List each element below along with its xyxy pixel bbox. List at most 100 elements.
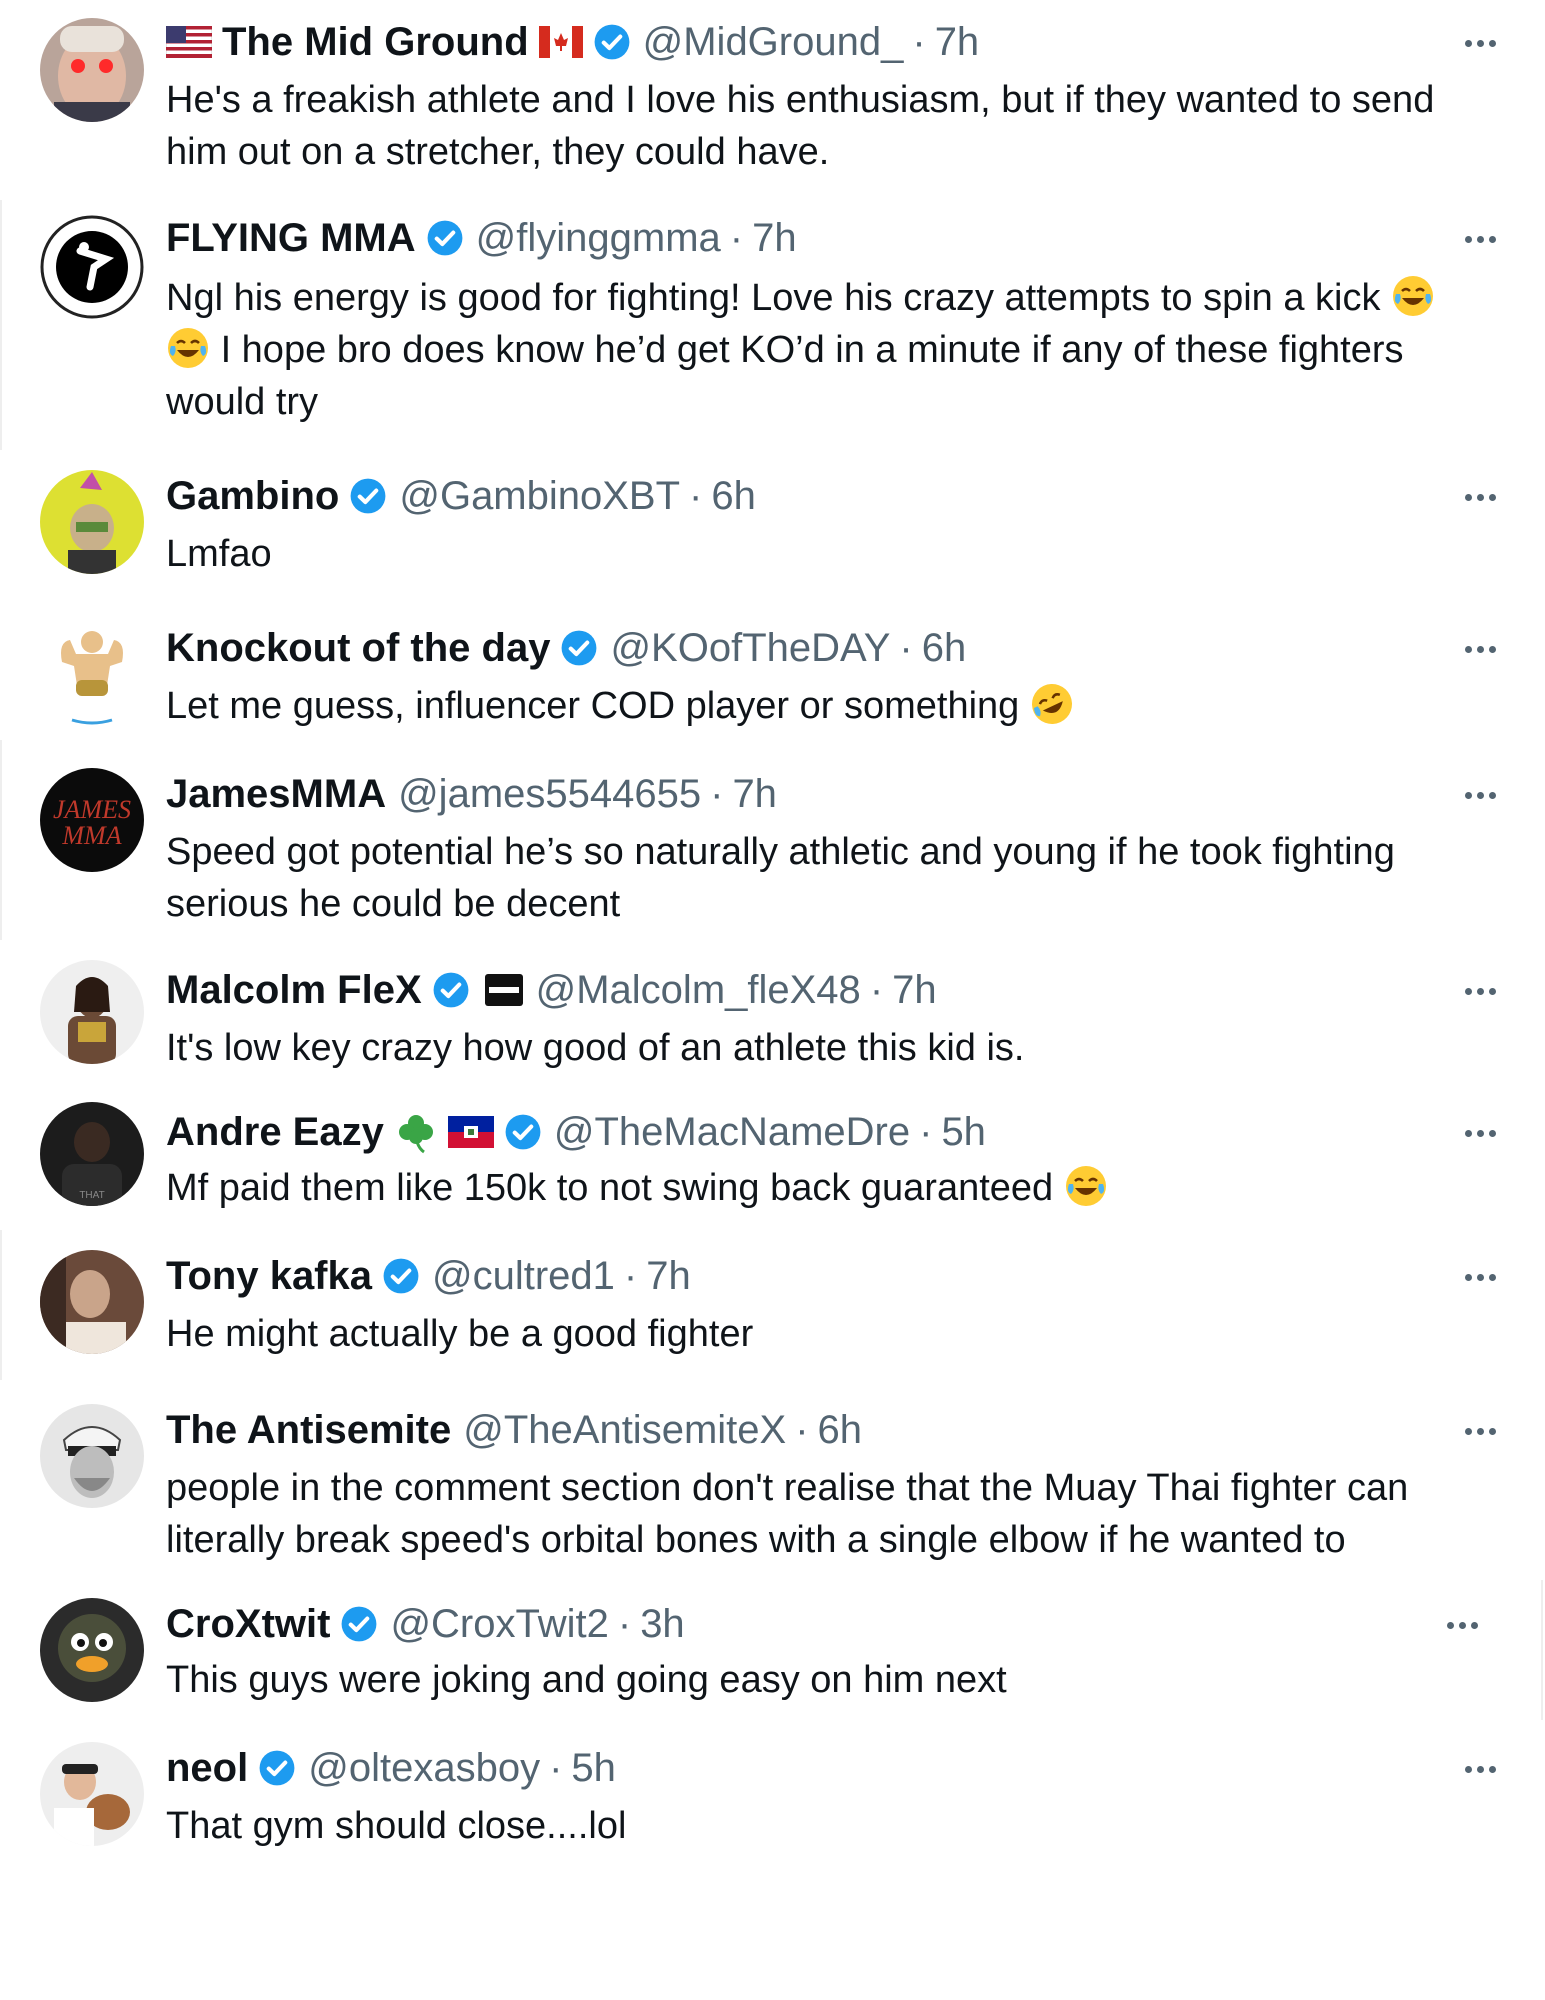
handle[interactable]: @flyinggmma xyxy=(476,212,721,264)
shamrock-icon xyxy=(394,1110,438,1154)
separator-dot: · xyxy=(912,20,926,64)
separator-dot: · xyxy=(710,772,724,816)
text-line: Speed got potential he’s so naturally at… xyxy=(166,831,1395,873)
more-options-icon[interactable] xyxy=(1455,1118,1505,1148)
display-name[interactable]: JamesMMA xyxy=(166,768,386,820)
text-line: Let me guess, influencer COD player or s… xyxy=(166,680,1506,732)
more-options-icon[interactable] xyxy=(1455,1754,1505,1784)
display-name[interactable]: Andre Eazy xyxy=(166,1106,384,1158)
handle[interactable]: @cultred1 xyxy=(432,1250,615,1302)
handle[interactable]: @MidGround_ xyxy=(643,16,904,68)
display-name[interactable]: Knockout of the day xyxy=(166,622,550,674)
tears-of-joy-emoji-icon xyxy=(1391,274,1435,318)
handle[interactable]: @KOofTheDAY xyxy=(610,622,890,674)
timestamp[interactable]: 7h xyxy=(935,16,980,68)
timestamp[interactable]: 3h xyxy=(640,1598,685,1650)
verified-badge-icon xyxy=(560,629,598,667)
separator-dot: · xyxy=(549,1746,563,1790)
display-name[interactable]: The Antisemite xyxy=(166,1404,451,1456)
timestamp[interactable]: 6h xyxy=(922,622,967,674)
avatar[interactable] xyxy=(40,215,144,319)
avatar[interactable] xyxy=(40,622,144,726)
tears-of-joy-emoji-icon xyxy=(166,326,210,370)
text-line: I hope bro does know he’d get KO’d in a … xyxy=(166,324,1506,376)
text-line: would try xyxy=(166,381,319,423)
verified-badge-icon xyxy=(349,477,387,515)
rolling-laughing-emoji-icon xyxy=(1030,682,1074,726)
display-name[interactable]: neol xyxy=(166,1742,248,1794)
separator-dot: · xyxy=(689,474,703,518)
svg-text:JAMES: JAMES xyxy=(53,795,131,824)
separator-dot: · xyxy=(919,1110,933,1154)
more-options-icon[interactable] xyxy=(1455,634,1505,664)
timestamp[interactable]: 7h xyxy=(892,964,937,1016)
canada-flag-icon xyxy=(538,26,583,58)
avatar[interactable] xyxy=(40,960,144,1064)
timestamp[interactable]: 6h xyxy=(711,470,756,522)
reply-text: He's a freakish athlete and I love his e… xyxy=(166,74,1506,178)
avatar[interactable] xyxy=(40,470,144,574)
display-name[interactable]: The Mid Ground xyxy=(222,16,529,68)
avatar[interactable]: THAT xyxy=(40,1102,144,1206)
more-options-icon[interactable] xyxy=(1455,780,1505,810)
text-line: Ngl his energy is good for fighting! Lov… xyxy=(166,272,1506,324)
reply-text: That gym should close....lol xyxy=(166,1800,1506,1852)
avatar[interactable] xyxy=(40,1404,144,1508)
verified-badge-icon xyxy=(340,1605,378,1643)
avatar[interactable] xyxy=(40,18,144,122)
handle[interactable]: @GambinoXBT xyxy=(399,470,680,522)
avatar[interactable]: JAMES MMA xyxy=(40,768,144,872)
display-name[interactable]: FLYING MMA xyxy=(166,212,416,264)
affiliate-badge-icon xyxy=(484,973,524,1007)
timestamp[interactable]: 5h xyxy=(571,1742,616,1794)
text-line: Mf paid them like 150k to not swing back… xyxy=(166,1162,1506,1214)
handle[interactable]: @oltexasboy xyxy=(308,1742,540,1794)
avatar[interactable] xyxy=(40,1250,144,1354)
timestamp[interactable]: 7h xyxy=(732,768,777,820)
verified-badge-icon xyxy=(258,1749,296,1787)
handle[interactable]: @james5544655 xyxy=(398,768,701,820)
avatar[interactable] xyxy=(40,1598,144,1702)
display-name[interactable]: Tony kafka xyxy=(166,1250,372,1302)
display-name[interactable]: Malcolm FleX xyxy=(166,964,422,1016)
text-line: This guys were joking and going easy on … xyxy=(166,1659,1007,1701)
more-options-icon[interactable] xyxy=(1437,1610,1487,1640)
more-options-icon[interactable] xyxy=(1455,224,1505,254)
reply-text: Mf paid them like 150k to not swing back… xyxy=(166,1162,1506,1214)
timestamp[interactable]: 6h xyxy=(818,1404,863,1456)
reply-text: He might actually be a good fighter xyxy=(166,1308,1506,1360)
timestamp[interactable]: 5h xyxy=(941,1106,986,1158)
timestamp[interactable]: 7h xyxy=(752,212,797,264)
separator-dot: · xyxy=(617,1602,632,1646)
handle[interactable]: @Malcolm_fleX48 xyxy=(536,964,861,1016)
divider xyxy=(0,200,2,450)
reply-text: people in the comment section don't real… xyxy=(166,1462,1506,1566)
text-line: him out on a stretcher, they could have. xyxy=(166,131,830,173)
more-options-icon[interactable] xyxy=(1455,482,1505,512)
us-flag-icon xyxy=(166,26,212,58)
reply-text: Speed got potential he’s so naturally at… xyxy=(166,826,1506,930)
text-line: He might actually be a good fighter xyxy=(166,1313,754,1355)
reply-text: This guys were joking and going easy on … xyxy=(166,1654,1506,1706)
divider xyxy=(0,1230,2,1380)
handle[interactable]: @TheAntisemiteX xyxy=(463,1404,786,1456)
display-name[interactable]: CroXtwit xyxy=(166,1598,330,1650)
verified-badge-icon xyxy=(432,971,470,1009)
avatar[interactable] xyxy=(40,1742,144,1846)
more-options-icon[interactable] xyxy=(1455,1262,1505,1292)
separator-dot: · xyxy=(623,1254,638,1298)
more-options-icon[interactable] xyxy=(1455,976,1505,1006)
handle[interactable]: @TheMacNameDre xyxy=(554,1106,910,1158)
reply-text: Let me guess, influencer COD player or s… xyxy=(166,680,1506,732)
timestamp[interactable]: 7h xyxy=(646,1250,691,1302)
verified-badge-icon xyxy=(504,1113,542,1151)
reply-text: Ngl his energy is good for fighting! Lov… xyxy=(166,272,1506,428)
handle[interactable]: @CroxTwit2 xyxy=(390,1598,608,1650)
more-options-icon[interactable] xyxy=(1455,28,1505,58)
display-name[interactable]: Gambino xyxy=(166,470,339,522)
more-options-icon[interactable] xyxy=(1455,1416,1505,1446)
divider xyxy=(0,740,2,940)
separator-dot: · xyxy=(899,626,913,670)
reply-text: It's low key crazy how good of an athlet… xyxy=(166,1022,1506,1074)
tears-of-joy-emoji-icon xyxy=(1064,1164,1108,1208)
